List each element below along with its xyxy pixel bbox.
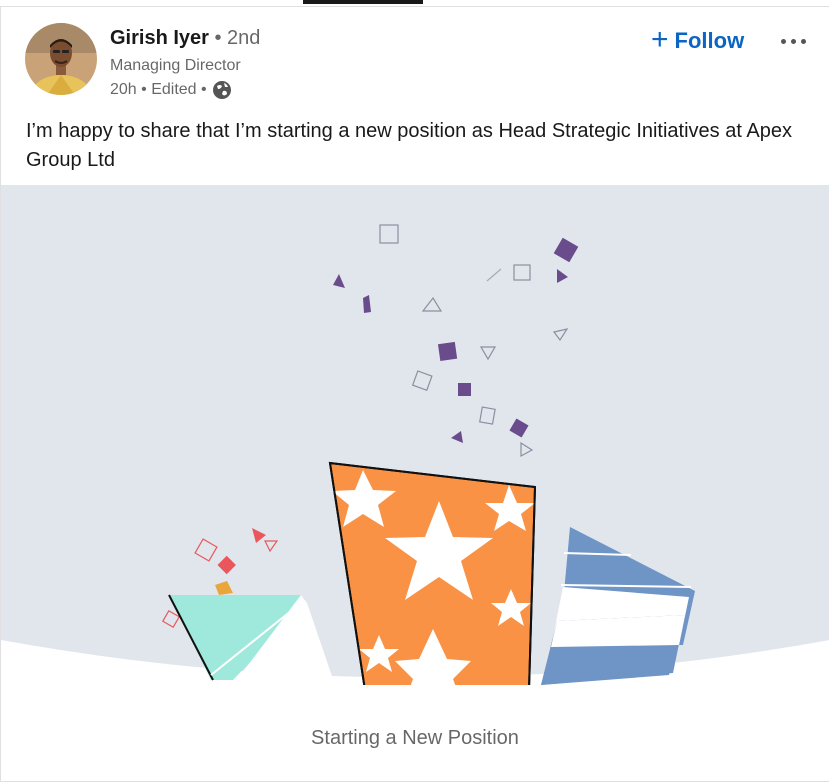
celebration-illustration[interactable] <box>1 185 829 691</box>
author-line: Girish Iyer • 2nd <box>110 27 260 50</box>
more-options-button[interactable] <box>773 27 813 55</box>
globe-icon <box>212 80 232 100</box>
illustration-caption: Starting a New Position <box>311 727 519 749</box>
author-name[interactable]: Girish Iyer <box>110 27 209 49</box>
avatar[interactable] <box>25 23 97 95</box>
follow-label: Follow <box>674 28 745 53</box>
author-headline: Managing Director <box>110 57 241 74</box>
new-position-graphic <box>1 185 829 691</box>
post-header: Girish Iyer • 2nd Managing Director 20h … <box>1 7 829 107</box>
plus-icon: + <box>651 23 669 56</box>
post-time: 20h • Edited • <box>110 81 207 98</box>
feed-post-card: Girish Iyer • 2nd Managing Director 20h … <box>0 6 829 782</box>
follow-button[interactable]: + Follow <box>651 25 744 57</box>
orange-star-box <box>328 461 537 691</box>
more-options-dot <box>800 38 806 44</box>
active-tab-indicator <box>303 0 423 4</box>
connection-degree: • 2nd <box>214 27 261 49</box>
post-meta: 20h • Edited • <box>110 80 232 100</box>
more-options-icon <box>780 38 786 44</box>
more-options-dot <box>790 38 796 44</box>
avatar-photo <box>25 23 97 95</box>
post-text: I’m happy to share that I’m starting a n… <box>26 120 792 171</box>
